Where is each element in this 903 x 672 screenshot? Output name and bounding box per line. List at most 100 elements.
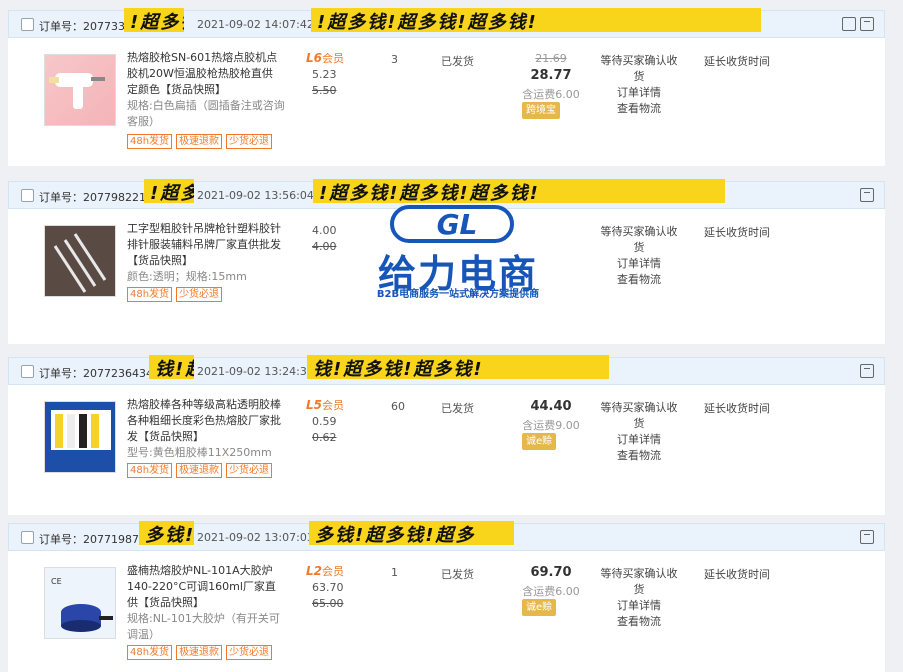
promo-banner: !超多钱!超多钱!超多钱!: [124, 8, 184, 32]
glue-pot-icon: CE: [51, 577, 113, 632]
order-status-text: 等待买家确认收货: [600, 401, 678, 430]
order-actions: 等待买家确认收货 订单详情 查看物流: [596, 53, 682, 117]
service-tag[interactable]: 极速退款: [176, 463, 223, 478]
shipping-status: 已发货: [441, 55, 474, 68]
service-tag[interactable]: 少货必退: [226, 463, 273, 478]
order-header: 订单号：20779822112 !超多钱!超多钱!超多钱! 2021-09-02…: [8, 179, 885, 209]
promo-text: 多钱!超多钱!超多: [145, 525, 194, 545]
product-title[interactable]: 热熔胶棒各种等级高粘透明胶棒各种粗细长度彩色热熔胶厂家批发【货品快照】: [127, 397, 282, 445]
order-header: 订单号：2077198742 多钱!超多钱!超多 2021-09-02 13:0…: [8, 521, 885, 551]
product-image[interactable]: [44, 225, 116, 297]
order-checkbox[interactable]: [21, 18, 34, 31]
service-tags: 48h发货 极速退款 少货必退: [127, 463, 273, 478]
promo-banner: 多钱!超多钱!超多: [309, 521, 514, 545]
service-tag[interactable]: 48h发货: [127, 134, 173, 149]
view-logistics-link[interactable]: 查看物流: [596, 614, 682, 630]
promo-text: 钱!超多钱!超多钱!: [155, 359, 194, 379]
order-actions: 等待买家确认收货 订单详情 查看物流: [596, 400, 682, 464]
member-level: L5会员: [306, 398, 344, 412]
quantity: 1: [391, 566, 398, 579]
product-title[interactable]: 盛楠热熔胶炉NL-101A大胶炉140-220°C可调160ml厂家直供【货品快…: [127, 563, 282, 611]
promo-banner: !超多钱!超多钱!超多钱!: [144, 179, 194, 203]
order-actions: 等待买家确认收货 订单详情 查看物流: [596, 224, 682, 288]
member-level: L6会员: [306, 51, 344, 65]
order-status-text: 等待买家确认收货: [600, 567, 678, 596]
promo-banner: 钱!超多钱!超多钱!: [307, 355, 609, 379]
unit-price: 4.00: [312, 224, 337, 237]
svg-text:CE: CE: [51, 577, 62, 586]
order-body: 热熔胶棒各种等级高粘透明胶棒各种粗细长度彩色热熔胶厂家批发【货品快照】 型号:黄…: [8, 385, 885, 515]
promo-banner: 多钱!超多钱!超多: [139, 521, 194, 545]
order-card: 订单号：20773392 !超多钱!超多钱!超多钱! 2021-09-02 14…: [8, 8, 885, 166]
order-card: 订单号：2077198742 多钱!超多钱!超多 2021-09-02 13:0…: [8, 521, 885, 672]
glue-sticks-icon: [51, 410, 111, 450]
order-number: 订单号：20779822112: [39, 191, 160, 204]
order-checkbox[interactable]: [21, 531, 34, 544]
service-tag[interactable]: 极速退款: [176, 134, 223, 149]
service-tag[interactable]: 少货必退: [176, 287, 223, 302]
service-tags: 48h发货 少货必退: [127, 287, 223, 302]
shipping-fee: 含运费9.00: [522, 419, 580, 432]
unit-price-original: 5.50: [312, 84, 337, 97]
order-number: 订单号：2077198742: [39, 533, 153, 546]
order-date: 2021-09-02 13:07:03: [197, 531, 314, 544]
service-tag[interactable]: 少货必退: [226, 134, 273, 149]
extend-receipt-link[interactable]: 延长收货时间: [704, 224, 770, 240]
promo-text: !超多钱!超多钱!超多钱!: [150, 183, 194, 203]
flag-icon[interactable]: [860, 364, 874, 378]
plastic-pins-icon: [53, 233, 107, 293]
quantity: 3: [391, 53, 398, 66]
order-status-text: 等待买家确认收货: [600, 225, 678, 254]
order-total: 44.40: [530, 399, 572, 414]
order-detail-link[interactable]: 订单详情: [596, 256, 682, 272]
order-detail-link[interactable]: 订单详情: [596, 432, 682, 448]
product-spec: 规格:白色扁插（圆插备注或咨询客服）: [127, 99, 285, 128]
flag-icon[interactable]: [860, 188, 874, 202]
order-checkbox[interactable]: [21, 365, 34, 378]
product-image[interactable]: CE: [44, 567, 116, 639]
order-card: 订单号：20779822112 !超多钱!超多钱!超多钱! 2021-09-02…: [8, 179, 885, 344]
service-tag[interactable]: 少货必退: [226, 645, 273, 660]
service-tag[interactable]: 48h发货: [127, 287, 173, 302]
payment-badge[interactable]: 诚e赊: [522, 433, 557, 450]
extend-receipt-link[interactable]: 延长收货时间: [704, 53, 770, 69]
order-number: 订单号：20772364349: [39, 367, 160, 380]
service-tag[interactable]: 48h发货: [127, 645, 173, 660]
flag-icon[interactable]: [860, 530, 874, 544]
payment-badge[interactable]: 跨境宝: [522, 102, 560, 119]
promo-banner: !超多钱!超多钱!超多钱!: [311, 8, 761, 32]
message-icon[interactable]: [842, 17, 856, 31]
view-logistics-link[interactable]: 查看物流: [596, 101, 682, 117]
order-body: 工字型粗胶针吊牌枪针塑料胶针排针服装辅料吊牌厂家直供批发【货品快照】 颜色:透明…: [8, 209, 885, 344]
view-logistics-link[interactable]: 查看物流: [596, 448, 682, 464]
shipping-status: 已发货: [441, 402, 474, 415]
extend-receipt-link[interactable]: 延长收货时间: [704, 400, 770, 416]
order-detail-link[interactable]: 订单详情: [596, 598, 682, 614]
service-tag[interactable]: 极速退款: [176, 645, 223, 660]
unit-price: 5.23: [312, 68, 337, 81]
order-detail-link[interactable]: 订单详情: [596, 85, 682, 101]
order-checkbox[interactable]: [21, 189, 34, 202]
shipping-fee: 含运费6.00: [522, 88, 580, 101]
order-header: 订单号：20772364349 钱!超多钱!超多钱! 2021-09-02 13…: [8, 355, 885, 385]
product-image[interactable]: [44, 54, 116, 126]
payment-badge[interactable]: 诚e赊: [522, 599, 557, 616]
product-title[interactable]: 热熔胶枪SN-601热熔点胶机点胶机20W恒温胶枪热胶枪直供定颜色【货品快照】: [127, 50, 282, 98]
unit-price: 0.59: [312, 415, 337, 428]
order-date: 2021-09-02 13:56:04: [197, 189, 314, 202]
unit-price: 63.70: [312, 581, 344, 594]
unit-price-original: 0.62: [312, 431, 337, 444]
service-tags: 48h发货 极速退款 少货必退: [127, 134, 273, 149]
product-image[interactable]: [44, 401, 116, 473]
flag-icon[interactable]: [860, 17, 874, 31]
promo-banner: !超多钱!超多钱!超多钱!: [313, 179, 725, 203]
shipping-status: 已发货: [441, 568, 474, 581]
order-date: 2021-09-02 14:07:42: [197, 18, 314, 31]
service-tag[interactable]: 48h发货: [127, 463, 173, 478]
order-date: 2021-09-02 13:24:37: [197, 365, 314, 378]
view-logistics-link[interactable]: 查看物流: [596, 272, 682, 288]
extend-receipt-link[interactable]: 延长收货时间: [704, 566, 770, 582]
product-title[interactable]: 工字型粗胶针吊牌枪针塑料胶针排针服装辅料吊牌厂家直供批发【货品快照】: [127, 221, 282, 269]
unit-price-original: 65.00: [312, 597, 344, 610]
member-level: L2会员: [306, 564, 344, 578]
